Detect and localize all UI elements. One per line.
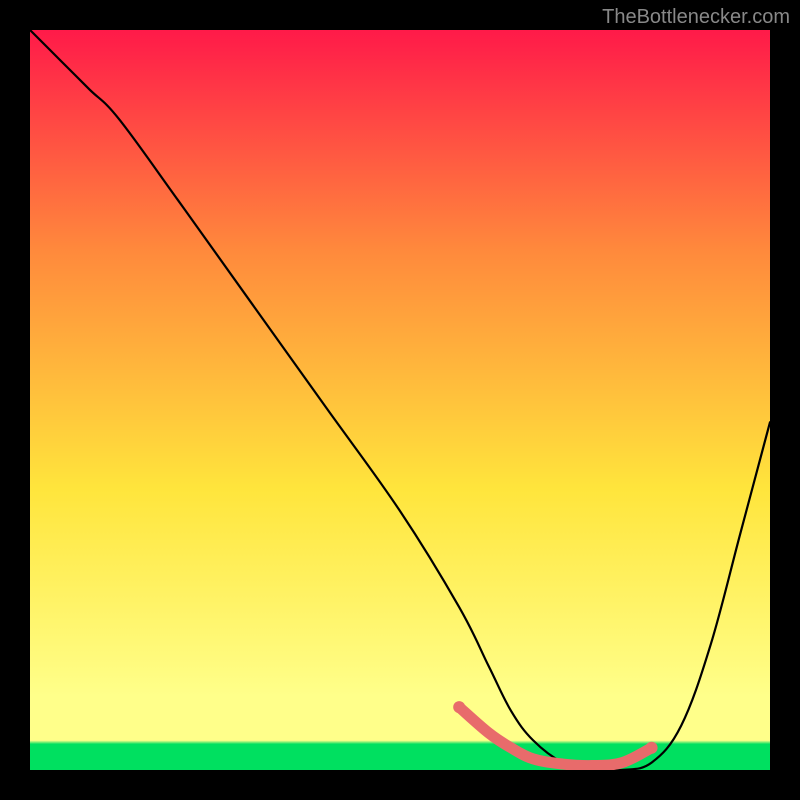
watermark-text: TheBottlenecker.com	[602, 6, 790, 29]
chart-area	[30, 30, 770, 770]
chart-svg	[30, 30, 770, 770]
